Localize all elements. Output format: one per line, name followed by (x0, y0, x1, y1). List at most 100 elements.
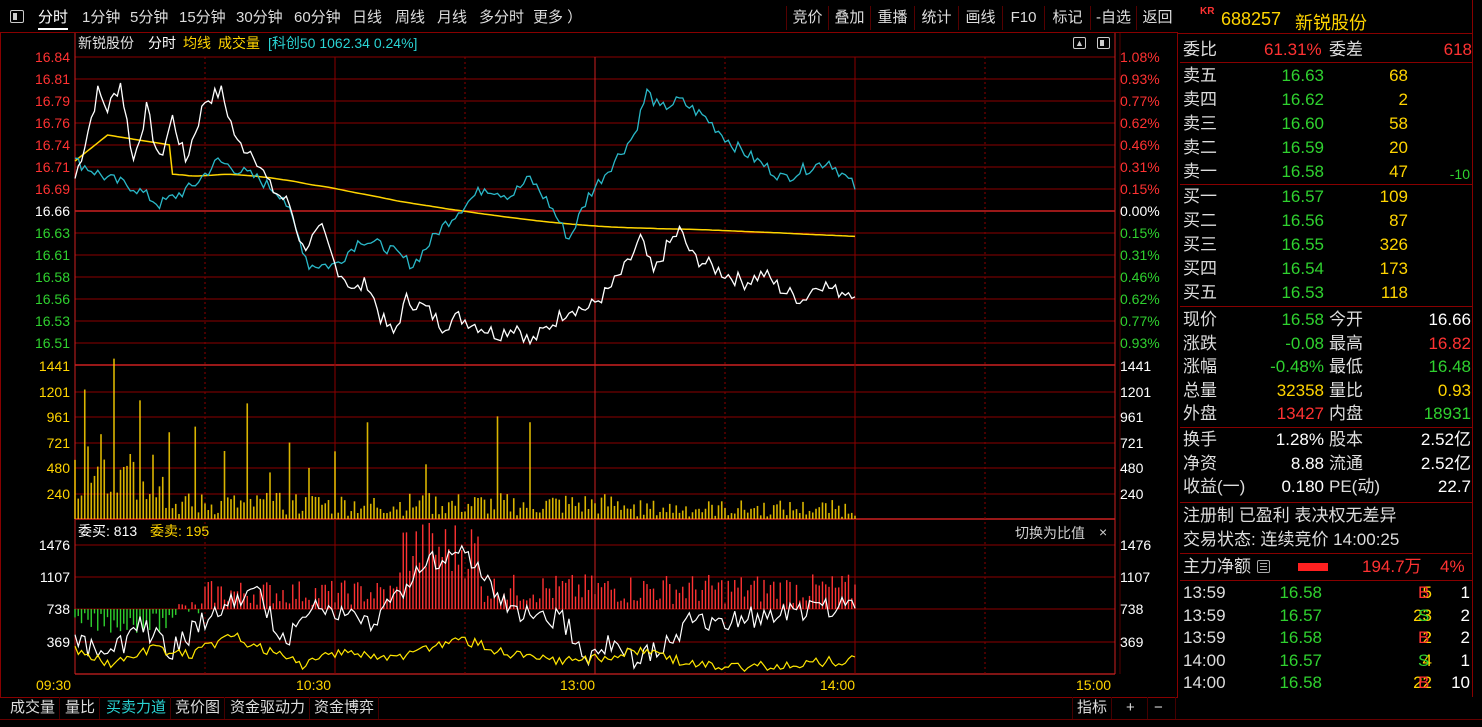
stat-label: 内盘 (1329, 404, 1363, 423)
tick-price: 16.57 (1279, 605, 1322, 625)
market-prefix: KR (1200, 6, 1215, 17)
stat-value: 0.180 (1281, 477, 1324, 496)
price-tick-label: 16.81 (34, 71, 70, 87)
tab-monthly[interactable]: 月线 (437, 6, 467, 30)
tick-side: B (1418, 583, 1430, 602)
chart-stock-name: 新锐股份 (78, 35, 134, 51)
tab-fenshi[interactable]: 分时 (38, 6, 69, 30)
percent-tick-label: 0.31% (1120, 247, 1160, 263)
tab-fund-drive[interactable]: 资金驱动力 (226, 697, 311, 719)
avg-line-legend[interactable]: 均线 (183, 35, 211, 51)
tab-daily[interactable]: 日线 (352, 6, 382, 30)
mark-button[interactable]: 标记 (1044, 6, 1090, 30)
window-toggle-icon[interactable] (1097, 37, 1110, 49)
ask-level-volume: 47 (1389, 162, 1408, 181)
price-tick-label: 16.66 (34, 203, 70, 219)
stat-label: 收益(一) (1183, 477, 1246, 496)
stock-code: 688257 (1221, 9, 1282, 29)
tab-1min[interactable]: 1分钟 (82, 6, 120, 30)
tick-side: S (1418, 650, 1430, 670)
percent-tick-label: 1.08% (1120, 49, 1160, 65)
panel-toggle-icon[interactable] (10, 10, 24, 23)
tab-5min[interactable]: 5分钟 (130, 6, 168, 30)
bid-level-price: 16.55 (1281, 235, 1324, 254)
stat-label: 涨跌 (1183, 333, 1217, 353)
stats-button[interactable]: 统计 (914, 6, 958, 30)
price-tick-label: 16.84 (34, 49, 70, 65)
stat-value: 16.66 (1428, 310, 1471, 329)
volume-tick-label: 1441 (38, 358, 70, 374)
stat-label: 量比 (1329, 380, 1363, 400)
tab-30min[interactable]: 30分钟 (236, 6, 283, 30)
percent-tick-label: 0.15% (1120, 181, 1160, 197)
bid-level-volume: 87 (1389, 211, 1408, 230)
ask-level-volume: 58 (1389, 114, 1408, 133)
bid-level-label: 买四 (1183, 259, 1217, 278)
tab-volume[interactable]: 成交量 (6, 697, 61, 719)
stat-label: 换手 (1183, 430, 1217, 449)
close-panel-button[interactable]: × (1099, 524, 1107, 540)
percent-tick-label: 0.15% (1120, 225, 1160, 241)
percent-tick-label: 0.62% (1120, 115, 1160, 131)
percent-tick-label: 0.00% (1120, 203, 1160, 219)
volume-legend[interactable]: 成交量 (218, 35, 260, 51)
main-flow-value: 194.7万 (1362, 557, 1422, 576)
stat-value: 1.28% (1275, 430, 1324, 449)
tab-volume-ratio[interactable]: 量比 (61, 697, 101, 719)
stat-label: 流通 (1329, 453, 1363, 473)
ask-level-label: 卖四 (1183, 90, 1217, 109)
draw-button[interactable]: 画线 (958, 6, 1002, 30)
tab-15min[interactable]: 15分钟 (179, 6, 226, 30)
main-flow-label: 主力净额 (1183, 557, 1251, 576)
percent-tick-label: 0.93% (1120, 335, 1160, 351)
volume-tick-label: 240 (46, 486, 70, 502)
bid-level-label: 买五 (1183, 283, 1217, 302)
f10-button[interactable]: F10 (1002, 6, 1044, 30)
percent-tick-label: 0.77% (1120, 313, 1160, 329)
buy-order-label: 委买: 813 (78, 523, 138, 539)
weibi-value: 61.31% (1264, 40, 1322, 59)
percent-tick-label: 0.46% (1120, 137, 1160, 153)
indicator-button[interactable]: 指标 (1072, 697, 1113, 719)
ask-level-volume: 2 (1398, 90, 1408, 109)
intraday-chart[interactable] (0, 33, 1178, 697)
ask-level-change: -10 (1449, 166, 1470, 182)
tick-price: 16.58 (1279, 583, 1322, 602)
stat-value: 18931 (1423, 404, 1471, 423)
back-button[interactable]: 返回 (1136, 6, 1178, 30)
tick-price: 16.58 (1279, 673, 1322, 692)
ask-level-price: 16.58 (1281, 162, 1324, 181)
stat-value: -0.08 (1285, 333, 1324, 353)
zoom-out-button[interactable]: − (1150, 697, 1176, 719)
replay-button[interactable]: 重播 (870, 6, 914, 30)
tab-fund-game[interactable]: 资金博弈 (310, 697, 380, 719)
price-tick-label: 16.74 (34, 137, 70, 153)
tab-more[interactable]: 更多 ） (533, 6, 582, 30)
stat-label: 涨幅 (1183, 357, 1217, 376)
weicha-label: 委差 (1329, 40, 1363, 59)
bid-level-volume: 118 (1380, 283, 1408, 302)
volume-tick-label: 961 (46, 409, 70, 425)
tab-multi-fenshi[interactable]: 多分时 (479, 6, 524, 30)
time-tick-label: 15:00 (1076, 677, 1112, 693)
bid-level-volume: 173 (1379, 259, 1408, 278)
stat-value: 0.93 (1437, 380, 1471, 400)
overlay-button[interactable]: 叠加 (828, 6, 870, 30)
stat-value: 8.88 (1290, 453, 1324, 473)
switch-ratio-button[interactable]: 切换为比值 (1015, 525, 1085, 541)
index-overlay-legend[interactable]: [科创50 1062.34 0.24%] (268, 35, 417, 51)
tab-weekly[interactable]: 周线 (395, 6, 425, 30)
expand-icon[interactable]: ▲ (1073, 37, 1086, 49)
main-flow-menu-icon[interactable] (1257, 560, 1270, 573)
auction-button[interactable]: 竞价 (786, 6, 828, 30)
tab-buy-sell-force[interactable]: 买卖力道 (102, 697, 172, 719)
bid-level-price: 16.54 (1281, 259, 1324, 278)
zoom-in-button[interactable]: + (1122, 697, 1148, 719)
tab-auction-chart[interactable]: 竞价图 (171, 697, 226, 719)
price-tick-label: 16.76 (34, 115, 70, 131)
volume-tick-label: 721 (46, 435, 70, 451)
stat-label: 最低 (1329, 357, 1363, 376)
tab-60min[interactable]: 60分钟 (294, 6, 341, 30)
add-watchlist-button[interactable]: -自选 (1090, 6, 1136, 30)
price-tick-label: 16.58 (34, 269, 70, 285)
